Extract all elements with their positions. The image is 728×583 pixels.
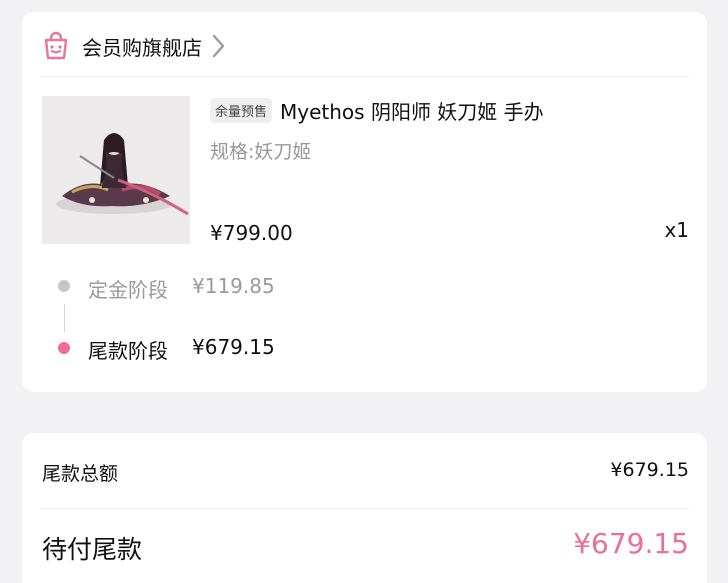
divider [40, 508, 689, 509]
product-title: Myethos 阴阳师 妖刀姬 手办 [280, 100, 544, 124]
final-stage-amount: ¥679.15 [192, 335, 275, 359]
store-name: 会员购旗舰店 [82, 35, 202, 60]
deposit-stage-amount: ¥119.85 [192, 274, 275, 298]
order-card: 会员购旗舰店 余量预售 Myethos 阴阳师 妖刀姬 手办 规格:妖刀姬 ¥7… [22, 12, 707, 392]
chevron-right-icon [212, 34, 225, 58]
divider [40, 76, 689, 77]
final-total-label: 尾款总额 [42, 463, 119, 485]
product-image[interactable] [42, 96, 190, 244]
product-title-row[interactable]: 余量预售 Myethos 阴阳师 妖刀姬 手办 [210, 96, 544, 125]
final-stage-label: 尾款阶段 [88, 339, 168, 363]
stage-connector-line [64, 304, 65, 332]
store-header[interactable]: 会员购旗舰店 [40, 30, 226, 62]
final-stage-dot [58, 342, 70, 354]
amount-due-value: ¥679.15 [573, 527, 689, 560]
presale-badge: 余量预售 [210, 98, 273, 123]
figure-illustration [42, 96, 190, 244]
shopping-bag-icon [44, 31, 68, 60]
payment-summary-card: 尾款总额 ¥679.15 待付尾款 ¥679.15 [22, 433, 707, 583]
final-total-value: ¥679.15 [610, 459, 689, 481]
amount-due-label: 待付尾款 [42, 535, 143, 564]
deposit-stage-dot [58, 280, 70, 292]
deposit-stage-label: 定金阶段 [88, 278, 168, 302]
product-quantity: x1 [664, 218, 689, 242]
product-spec: 规格:妖刀姬 [210, 141, 312, 163]
product-price: ¥799.00 [210, 221, 293, 245]
